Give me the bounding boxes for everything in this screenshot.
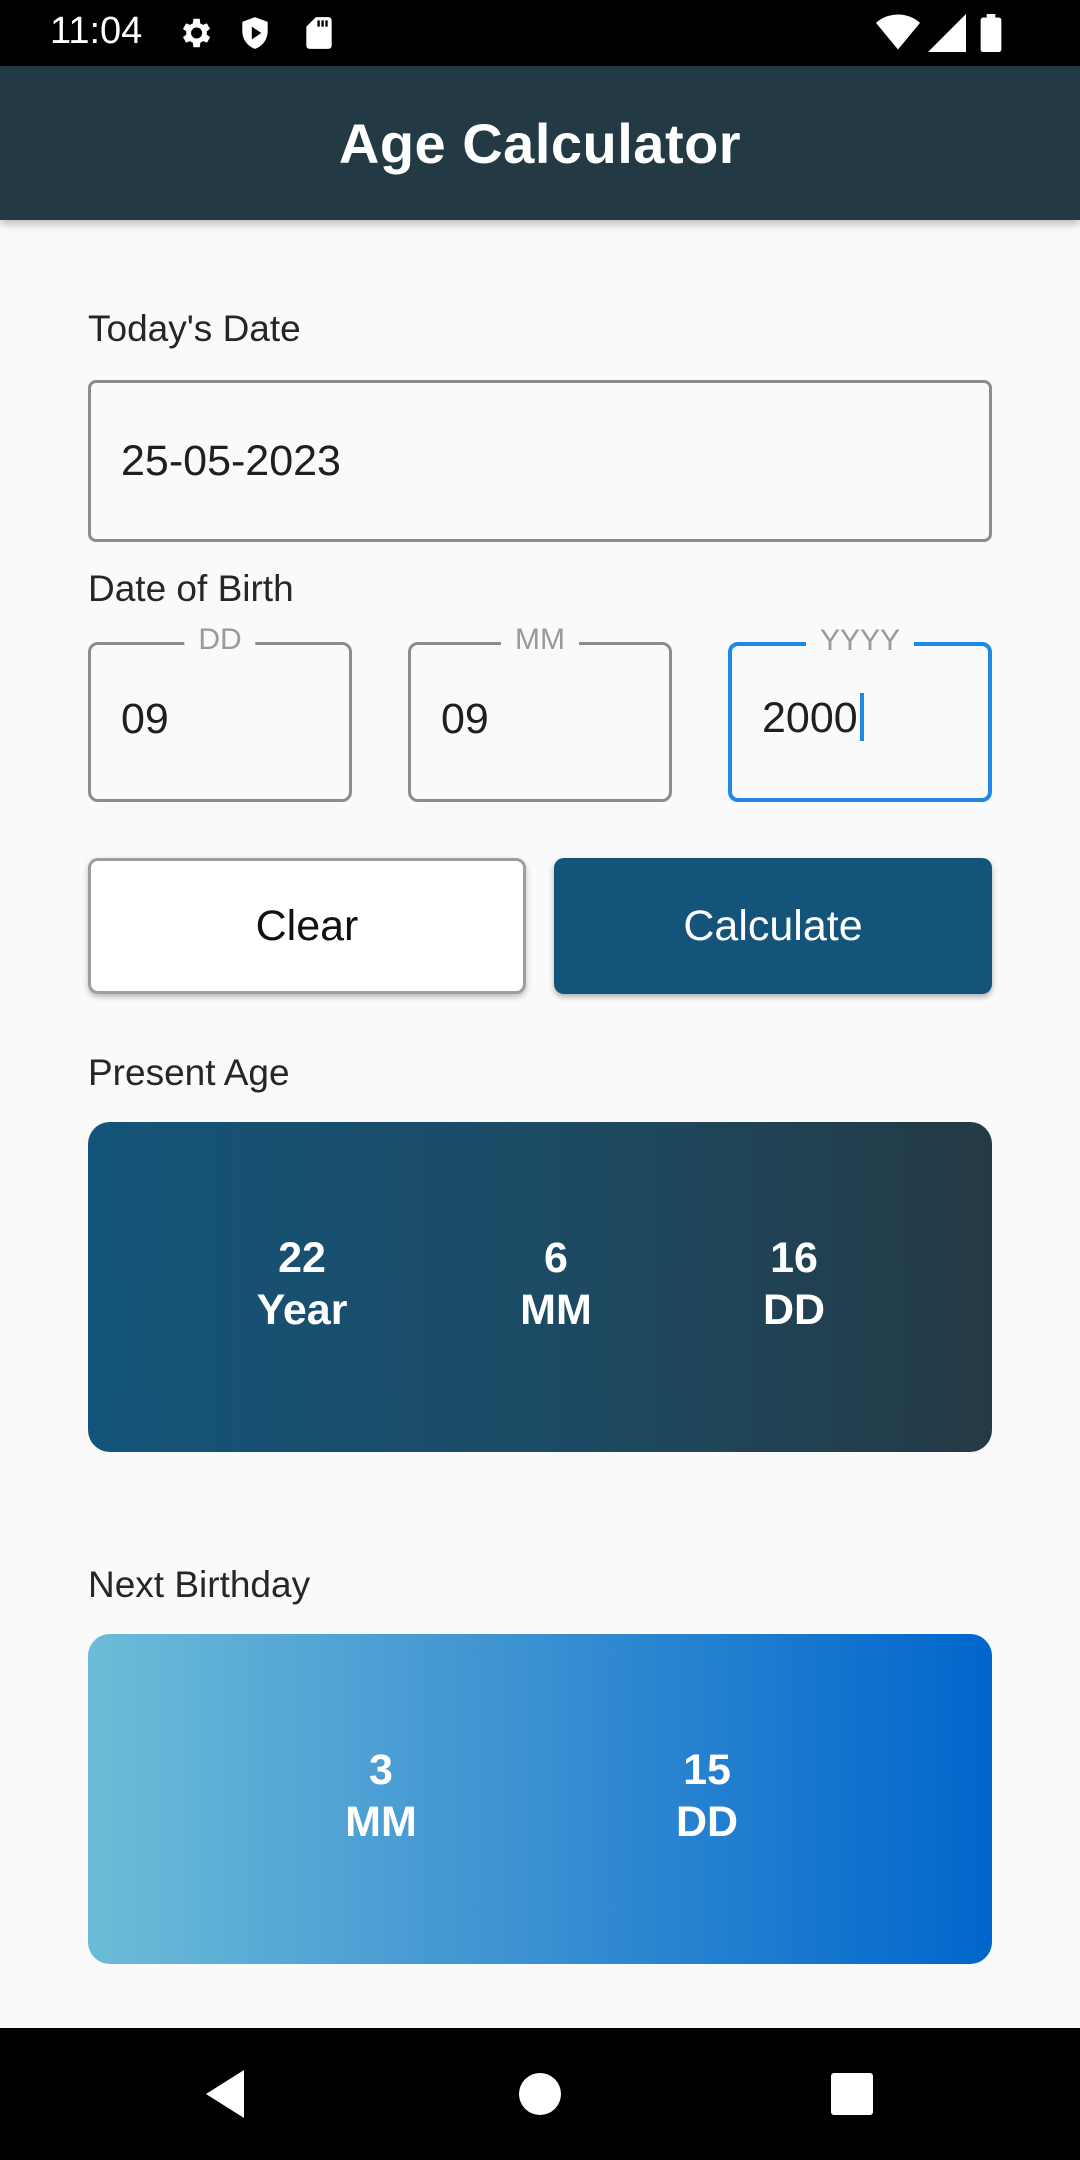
sd-card-icon (306, 17, 332, 49)
next-birthday-card: 3 MM 15 DD (88, 1634, 992, 1964)
dob-year-field[interactable]: YYYY 2000 (728, 624, 992, 802)
calculate-button[interactable]: Calculate (554, 858, 992, 994)
next-days-unit: DD (675, 1798, 739, 1846)
next-months: 3 MM (345, 1744, 417, 1848)
app-bar: Age Calculator (0, 66, 1080, 220)
dob-year-value: 2000 (762, 694, 858, 742)
age-months-value: 6 (544, 1234, 568, 1282)
date-of-birth-label: Date of Birth (88, 568, 294, 609)
signal-icon (928, 14, 966, 52)
app-title: Age Calculator (338, 111, 742, 175)
navigation-bar (0, 2028, 1080, 2160)
dob-year-value-wrap: 2000 (762, 692, 864, 745)
present-age-card: 22 Year 6 MM 16 DD (88, 1122, 992, 1452)
todays-date-value: 25-05-2023 (121, 436, 341, 485)
clear-button[interactable]: Clear (88, 858, 526, 994)
next-birthday-label: Next Birthday (88, 1564, 311, 1605)
next-days-value: 15 (683, 1746, 731, 1794)
wifi-icon (876, 14, 920, 50)
dob-day-hint: DD (184, 623, 256, 657)
dob-month-hint: MM (501, 623, 579, 657)
next-months-value: 3 (369, 1746, 393, 1794)
recents-icon[interactable] (830, 2066, 874, 2122)
todays-date-label: Today's Date (88, 308, 301, 349)
present-age-label: Present Age (88, 1052, 290, 1093)
dob-day-field[interactable]: DD 09 (88, 623, 352, 802)
age-months: 6 MM (520, 1232, 592, 1336)
gear-icon (182, 18, 211, 48)
battery-icon (980, 14, 1002, 52)
dob-month-field[interactable]: MM 09 (408, 623, 672, 802)
dob-year-hint: YYYY (805, 624, 915, 658)
age-years-unit: Year (256, 1286, 348, 1334)
age-days: 16 DD (763, 1232, 825, 1336)
status-bar: 11:04 (0, 0, 1080, 66)
next-months-unit: MM (345, 1798, 417, 1846)
status-time: 11:04 (50, 10, 143, 52)
back-icon[interactable] (200, 2066, 250, 2122)
age-months-unit: MM (520, 1286, 592, 1334)
shield-play-icon (242, 17, 268, 49)
dob-month-value: 09 (441, 695, 489, 743)
age-years-value: 22 (278, 1234, 326, 1282)
home-icon[interactable] (518, 2066, 562, 2122)
todays-date-field[interactable]: 25-05-2023 (88, 380, 992, 542)
next-days: 15 DD (676, 1744, 738, 1848)
age-years: 22 Year (257, 1232, 348, 1336)
age-days-unit: DD (762, 1286, 826, 1334)
dob-day-value: 09 (121, 695, 169, 743)
age-days-value: 16 (770, 1234, 818, 1282)
text-cursor (859, 692, 864, 741)
